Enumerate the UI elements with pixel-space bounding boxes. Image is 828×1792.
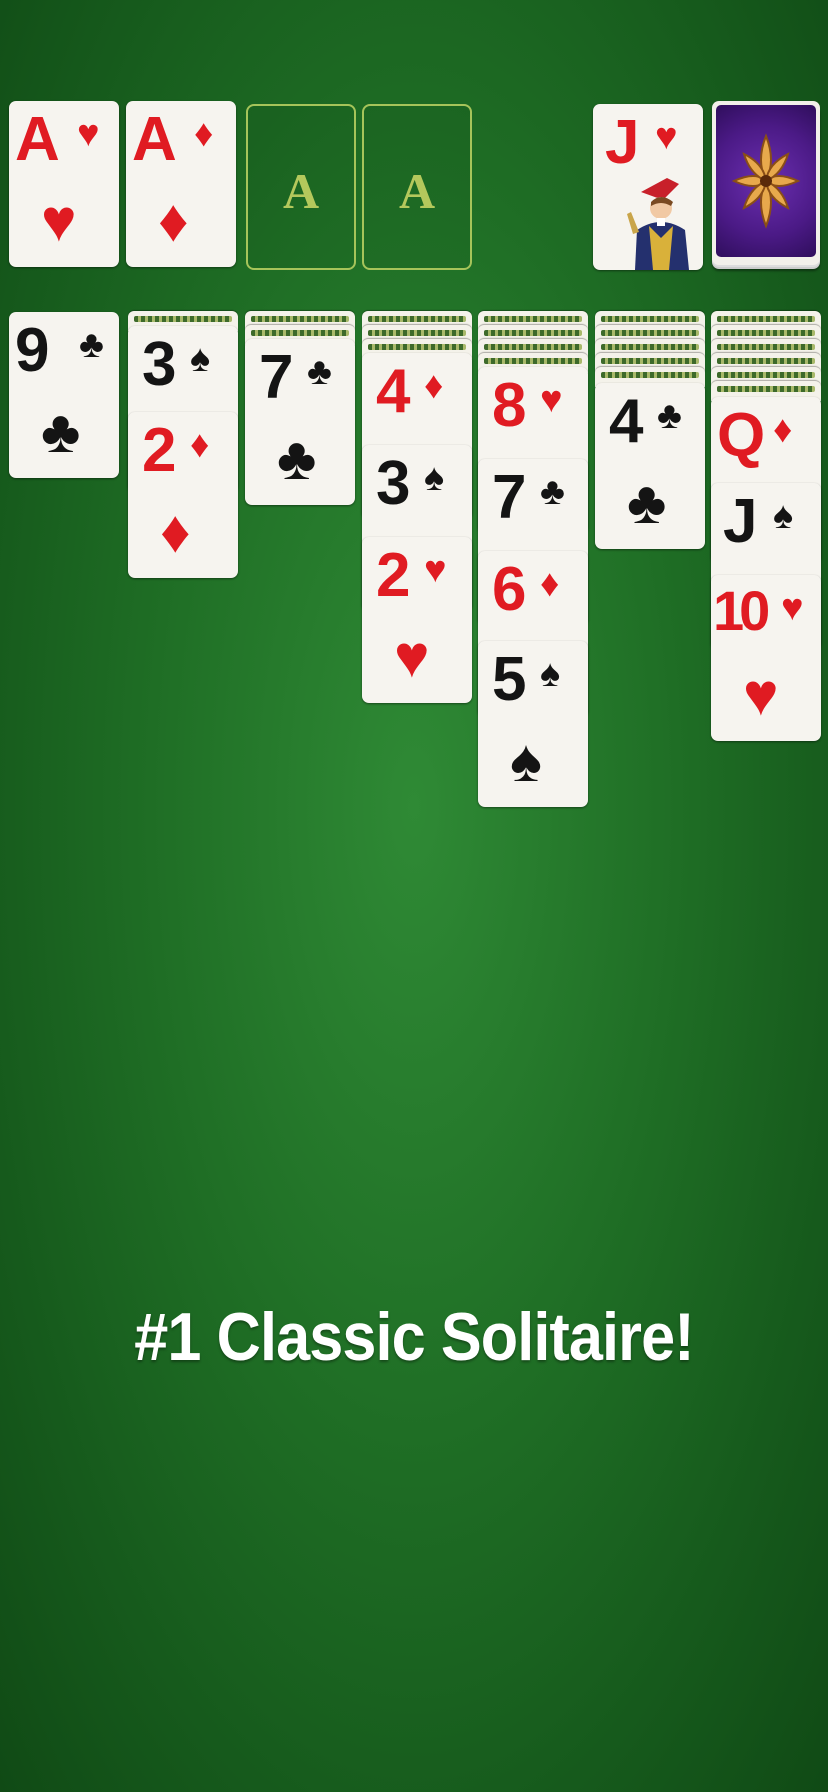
club-icon: ♣ <box>307 351 332 393</box>
card-rank: 3 <box>142 330 177 399</box>
diamond-icon: ♦ <box>424 365 444 407</box>
heart-icon: ♥ <box>655 116 678 158</box>
foundation-empty-slot[interactable]: A <box>246 104 356 270</box>
heart-icon: ♥ <box>743 661 779 728</box>
tableau-card[interactable]: 7 ♣ ♣ <box>245 339 355 505</box>
card-rank: A <box>15 105 60 174</box>
card-back-flower-icon <box>731 133 801 229</box>
slot-label: A <box>398 163 436 219</box>
card-rank: J <box>723 487 758 556</box>
tableau-card[interactable]: 4 ♣ ♣ <box>595 383 705 549</box>
card-back <box>716 105 816 257</box>
spade-icon: ♠ <box>190 338 211 380</box>
foundation-hearts[interactable]: A ♥ ♥ <box>9 101 119 267</box>
jack-portrait-icon <box>627 178 689 270</box>
club-icon: ♣ <box>657 395 682 437</box>
diamond-icon: ♦ <box>540 563 560 605</box>
card-rank: J <box>605 108 640 177</box>
tableau-card[interactable]: 2 ♥ ♥ <box>362 537 472 703</box>
club-icon: ♣ <box>277 425 317 492</box>
club-icon: ♣ <box>79 324 104 366</box>
card-rank: 5 <box>492 645 527 714</box>
heart-icon: ♥ <box>781 587 804 629</box>
diamond-icon: ♦ <box>190 424 210 466</box>
stock-pile[interactable] <box>712 101 820 265</box>
foundation-diamonds[interactable]: A ♦ ♦ <box>126 101 236 267</box>
card-rank: 8 <box>492 371 527 440</box>
waste-card[interactable]: J ♥ <box>593 104 703 270</box>
foundation-empty-slot[interactable]: A <box>362 104 472 270</box>
card-rank: 7 <box>492 463 527 532</box>
club-icon: ♣ <box>41 398 81 465</box>
club-icon: ♣ <box>627 469 667 536</box>
heart-icon: ♥ <box>424 549 447 591</box>
heart-icon: ♥ <box>394 623 430 690</box>
spade-icon: ♠ <box>773 495 794 537</box>
card-rank: 2 <box>376 541 411 610</box>
slot-label: A <box>282 163 320 219</box>
card-rank: A <box>132 105 177 174</box>
card-rank: 9 <box>15 316 50 385</box>
card-rank: Q <box>717 401 765 470</box>
club-icon: ♣ <box>540 471 565 513</box>
tableau-card[interactable]: 2 ♦ ♦ <box>128 412 238 578</box>
card-rank: 3 <box>376 449 411 518</box>
tableau-card[interactable]: 10 ♥ ♥ <box>711 575 821 741</box>
card-rank: 6 <box>492 555 527 624</box>
tableau-card[interactable]: 5 ♠ ♠ <box>478 641 588 807</box>
card-rank: 10 <box>713 579 770 642</box>
heart-icon: ♥ <box>77 113 100 155</box>
diamond-icon: ♦ <box>160 498 191 565</box>
card-rank: 4 <box>609 387 644 456</box>
card-rank: 7 <box>259 343 294 412</box>
heart-icon: ♥ <box>41 187 77 254</box>
spade-icon: ♠ <box>510 727 542 794</box>
tableau-card[interactable]: 9 ♣ ♣ <box>9 312 119 478</box>
diamond-icon: ♦ <box>158 187 189 254</box>
diamond-icon: ♦ <box>194 113 214 155</box>
spade-icon: ♠ <box>424 457 445 499</box>
promo-tagline: #1 Classic Solitaire! <box>134 1299 694 1375</box>
diamond-icon: ♦ <box>773 409 793 451</box>
card-rank: 4 <box>376 357 411 426</box>
heart-icon: ♥ <box>540 379 563 421</box>
spade-icon: ♠ <box>540 653 561 695</box>
card-rank: 2 <box>142 416 177 485</box>
